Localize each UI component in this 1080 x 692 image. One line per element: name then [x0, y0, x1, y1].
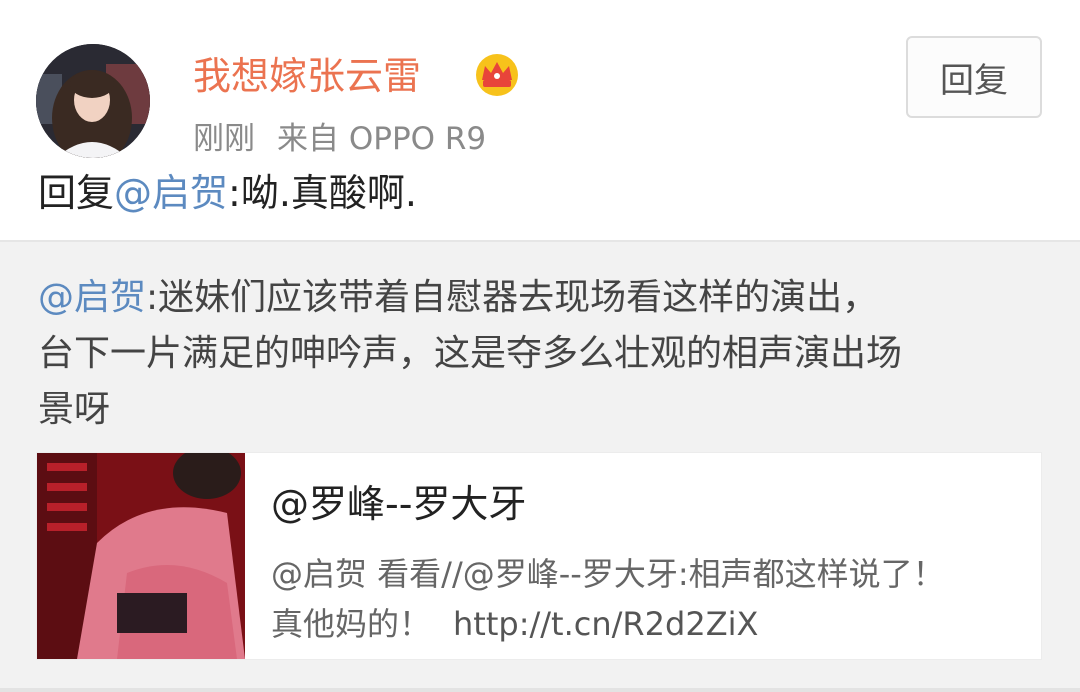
card-desc-line1: @启贺 看看//@罗峰--罗大牙:相声都这样说了！: [271, 555, 945, 593]
thumbnail-image: [37, 453, 245, 659]
reply-body: :呦.真酸啊.: [228, 171, 417, 215]
timestamp: 刚刚: [193, 121, 255, 157]
crown-vip-icon: [476, 54, 518, 96]
repost-text: @启贺:迷妹们应该带着自慰器去现场看这样的演出， 台下一片满足的呻吟声，这是夺多…: [38, 270, 1048, 438]
bottom-divider: [0, 688, 1080, 692]
reply-text: 回复@启贺:呦.真酸啊.: [38, 168, 417, 218]
post-source: 来自 OPPO R9: [277, 121, 487, 157]
reply-button[interactable]: 回复: [906, 36, 1042, 118]
card-title[interactable]: @罗峰--罗大牙: [271, 477, 526, 531]
card-desc-line2: 真他妈的！: [271, 605, 432, 643]
card-url-link[interactable]: http://t.cn/R2d2ZiX: [453, 605, 758, 643]
post-meta: 刚刚 来自 OPPO R9: [193, 118, 486, 160]
repost-line2: 台下一片满足的呻吟声，这是夺多么壮观的相声演出场: [38, 333, 903, 374]
card-description: @启贺 看看//@罗峰--罗大牙:相声都这样说了！ 真他妈的！ http://t.…: [271, 549, 1031, 649]
username[interactable]: 我想嫁张云雷: [193, 52, 421, 100]
reply-prefix: 回复: [38, 171, 115, 215]
avatar-image: [36, 44, 150, 158]
link-card[interactable]: @罗峰--罗大牙 @启贺 看看//@罗峰--罗大牙:相声都这样说了！ 真他妈的！…: [36, 452, 1042, 660]
repost-line3: 景呀: [38, 389, 111, 430]
repost-mention-link[interactable]: @启贺: [38, 277, 146, 318]
avatar[interactable]: [36, 44, 150, 158]
card-thumbnail: [37, 453, 245, 659]
reply-mention-link[interactable]: @启贺: [114, 171, 228, 215]
repost-line1: :迷妹们应该带着自慰器去现场看这样的演出，: [146, 277, 879, 318]
